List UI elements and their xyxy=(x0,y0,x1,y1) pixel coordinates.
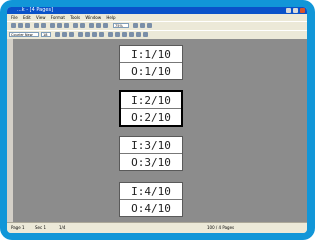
bullets-icon[interactable] xyxy=(115,32,120,37)
table-icon[interactable] xyxy=(89,23,94,28)
output-counter: O:4/10 xyxy=(120,199,182,216)
help-icon[interactable] xyxy=(133,23,138,28)
preview-icon[interactable] xyxy=(41,23,46,28)
menu-view[interactable]: View xyxy=(36,15,46,20)
font-name-select[interactable]: Courier New xyxy=(9,32,39,37)
title-bar: ...k - [4 Pages] xyxy=(7,7,307,14)
vertical-ruler xyxy=(7,39,13,222)
menu-format[interactable]: Format xyxy=(51,15,65,20)
highlight-icon[interactable] xyxy=(136,32,141,37)
underline-icon[interactable] xyxy=(69,32,74,37)
output-counter: O:1/10 xyxy=(120,62,182,79)
menu-tools[interactable]: Tools xyxy=(70,15,80,20)
status-position: 1/4 xyxy=(59,225,66,230)
open-icon[interactable] xyxy=(18,23,23,28)
page-2[interactable]: I:2/10 O:2/10 xyxy=(119,90,183,127)
status-right: 100 / 4 Pages xyxy=(207,225,235,230)
close-button[interactable] xyxy=(300,8,305,13)
print-icon[interactable] xyxy=(34,23,39,28)
status-section: Sec 1 xyxy=(35,225,47,230)
copy-icon[interactable] xyxy=(57,23,62,28)
numbering-icon[interactable] xyxy=(108,32,113,37)
undo-icon[interactable] xyxy=(73,23,78,28)
menu-help[interactable]: Help xyxy=(106,15,115,20)
status-bar: Page 1 Sec 1 1/4 100 / 4 Pages xyxy=(7,222,307,233)
align-left-icon[interactable] xyxy=(78,32,83,37)
read-icon[interactable] xyxy=(140,23,145,28)
border-icon[interactable] xyxy=(129,32,134,37)
page-4[interactable]: I:4/10 O:4/10 xyxy=(119,182,183,217)
input-counter: I:2/10 xyxy=(131,93,171,107)
output-counter: O:2/10 xyxy=(121,108,181,125)
window-title: ...k - [4 Pages] xyxy=(17,7,54,13)
standard-toolbar: 75% xyxy=(7,21,307,30)
page-1[interactable]: I:1/10 O:1/10 xyxy=(119,45,183,80)
font-size-select[interactable]: 18 xyxy=(41,32,51,37)
align-center-icon[interactable] xyxy=(85,32,90,37)
zoom-select[interactable]: 75% xyxy=(113,23,129,28)
menu-window[interactable]: Window xyxy=(85,15,101,20)
menu-file[interactable]: File xyxy=(11,15,18,20)
device-frame: ...k - [4 Pages] File Edit View Format T… xyxy=(0,0,315,240)
page-3[interactable]: I:3/10 O:3/10 xyxy=(119,136,183,171)
redo-icon[interactable] xyxy=(80,23,85,28)
paste-icon[interactable] xyxy=(64,23,69,28)
input-counter: I:1/10 xyxy=(131,47,171,61)
align-right-icon[interactable] xyxy=(92,32,97,37)
italic-icon[interactable] xyxy=(62,32,67,37)
status-page: Page 1 xyxy=(11,225,25,230)
justify-icon[interactable] xyxy=(99,32,104,37)
input-counter: I:3/10 xyxy=(131,138,171,152)
font-color-icon[interactable] xyxy=(143,32,148,37)
menu-edit[interactable]: Edit xyxy=(23,15,31,20)
input-counter: I:4/10 xyxy=(131,184,171,198)
bold-icon[interactable] xyxy=(55,32,60,37)
document-workarea[interactable]: I:1/10 O:1/10 I:2/10 O:2/10 I:3/10 O:3/1… xyxy=(7,39,307,222)
drawing-icon[interactable] xyxy=(103,23,108,28)
maximize-button[interactable] xyxy=(293,8,298,13)
save-icon[interactable] xyxy=(25,23,30,28)
columns-icon[interactable] xyxy=(96,23,101,28)
minimize-button[interactable] xyxy=(286,8,291,13)
formatting-toolbar: Courier New 18 xyxy=(7,30,307,39)
email-icon[interactable] xyxy=(147,23,152,28)
menu-bar: File Edit View Format Tools Window Help xyxy=(7,14,307,21)
cut-icon[interactable] xyxy=(50,23,55,28)
new-icon[interactable] xyxy=(11,23,16,28)
screen: ...k - [4 Pages] File Edit View Format T… xyxy=(7,7,307,233)
output-counter: O:3/10 xyxy=(120,153,182,170)
indent-icon[interactable] xyxy=(122,32,127,37)
